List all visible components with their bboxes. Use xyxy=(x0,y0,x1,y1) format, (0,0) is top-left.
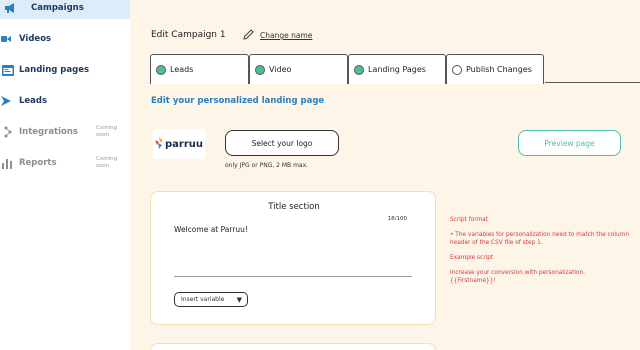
megaphone-icon xyxy=(4,2,16,14)
insert-variable-label: Insert variable xyxy=(181,296,225,303)
tab-label: Landing Pages xyxy=(368,65,426,74)
logo-hint: only JPG or PNG, 2 MB max. xyxy=(225,162,309,169)
notes-rule: • The variables for personalization need… xyxy=(450,232,629,246)
caret-down-icon: ▼ xyxy=(236,296,242,304)
tab-publish-changes[interactable]: Publish Changes xyxy=(446,54,544,84)
sidebar-item-campaigns[interactable]: Campaigns xyxy=(0,0,130,19)
character-counter: 18/100 xyxy=(387,216,407,222)
select-logo-button[interactable]: Select your logo xyxy=(225,130,339,156)
notes-example: Increase your conversion with personaliz… xyxy=(450,270,586,284)
sidebar-item-label: Landing pages xyxy=(19,65,90,75)
landing-page-icon xyxy=(2,64,14,76)
tab-video[interactable]: Video xyxy=(249,54,348,84)
insert-variable-select[interactable]: Insert variable ▼ xyxy=(174,292,248,307)
change-name-link[interactable]: Change name xyxy=(243,29,312,42)
parrot-logo-icon xyxy=(154,137,163,151)
sidebar-item-label: Reports xyxy=(19,158,57,168)
script-format-notes: Script format • The variables for person… xyxy=(450,216,630,292)
step-tabs: Leads Video Landing Pages Publish Change… xyxy=(150,54,640,84)
status-complete-icon xyxy=(354,64,364,75)
tabs-divider xyxy=(545,82,640,83)
tab-label: Leads xyxy=(170,65,194,74)
card-title: Title section xyxy=(268,202,320,212)
page-title: Edit Campaign 1 xyxy=(151,30,226,40)
next-section-card xyxy=(150,343,436,350)
notes-heading: Script format xyxy=(450,217,488,223)
coming-soon-badge: Coming soon xyxy=(96,156,118,169)
sidebar-item-label: Videos xyxy=(19,34,52,44)
pencil-icon xyxy=(243,29,254,42)
logo-text: parruu xyxy=(164,138,203,150)
title-text-input[interactable]: Welcome at Parruu! xyxy=(174,225,248,234)
status-complete-icon xyxy=(255,64,265,75)
sidebar-item-label: Campaigns xyxy=(31,3,84,13)
preview-page-button[interactable]: Preview page xyxy=(518,130,621,156)
input-underline xyxy=(174,276,412,277)
change-name-label: Change name xyxy=(260,31,313,40)
tab-landing-pages[interactable]: Landing Pages xyxy=(348,54,446,84)
sidebar-item-landing-pages[interactable]: Landing pages xyxy=(0,59,130,81)
sidebar-item-label: Leads xyxy=(19,96,48,106)
sidebar-item-label: Integrations xyxy=(19,127,78,137)
sidebar-item-reports[interactable]: Reports Coming soon xyxy=(0,152,130,174)
tab-leads[interactable]: Leads xyxy=(150,54,249,84)
logo-preview: parruu xyxy=(153,129,205,159)
status-pending-icon xyxy=(452,64,462,75)
status-complete-icon xyxy=(156,64,166,75)
coming-soon-badge: Coming soon xyxy=(96,125,118,138)
sidebar-item-videos[interactable]: Videos xyxy=(0,28,130,50)
bar-chart-icon xyxy=(1,157,13,169)
sidebar: Campaigns Videos Landing pages Leads Int… xyxy=(0,0,130,350)
sidebar-item-integrations[interactable]: Integrations Coming soon xyxy=(0,121,130,143)
tab-label: Video xyxy=(269,65,292,74)
notes-example-heading: Example script xyxy=(450,255,494,261)
leads-icon xyxy=(0,95,12,107)
tab-label: Publish Changes xyxy=(466,65,532,74)
integrations-icon xyxy=(2,126,14,138)
sidebar-item-leads[interactable]: Leads xyxy=(0,90,130,112)
title-section-card: Title section 18/100 Welcome at Parruu! … xyxy=(150,191,436,325)
section-heading: Edit your personalized landing page xyxy=(151,96,325,106)
video-camera-icon xyxy=(0,33,12,45)
